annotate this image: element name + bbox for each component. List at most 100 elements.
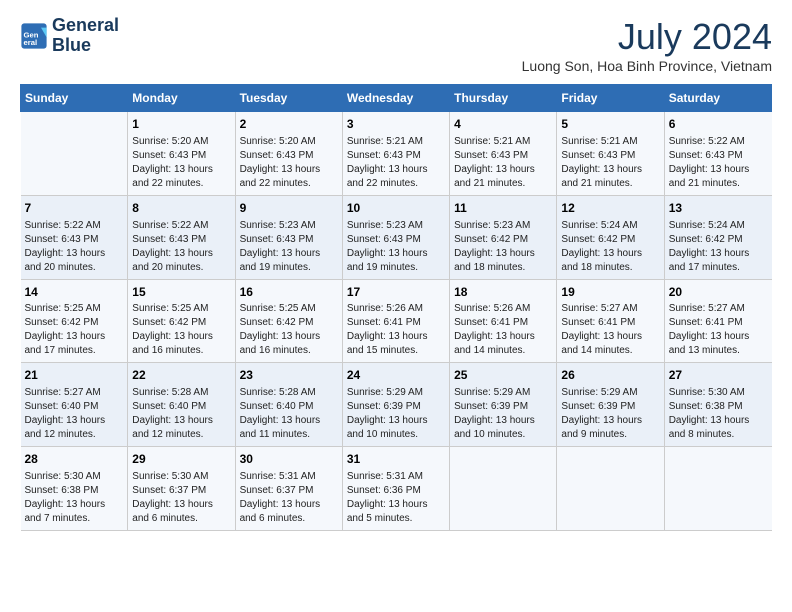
day-detail: Sunrise: 5:25 AM Sunset: 6:42 PM Dayligh… (25, 302, 124, 358)
calendar-cell: 28 Sunrise: 5:30 AM Sunset: 6:38 PM Dayli… (21, 447, 128, 531)
calendar-cell: 16Sunrise: 5:25 AM Sunset: 6:42 PM Dayli… (235, 279, 342, 363)
day-number: 12 (561, 200, 659, 217)
calendar-cell (557, 447, 664, 531)
calendar-cell (21, 112, 128, 196)
day-number: 30 (240, 451, 338, 468)
calendar-cell: 24 Sunrise: 5:29 AM Sunset: 6:39 PM Dayli… (342, 363, 449, 447)
logo-text: General Blue (52, 16, 119, 56)
logo: Gen eral General Blue (20, 16, 119, 56)
day-detail: Sunrise: 5:29 AM Sunset: 6:39 PM Dayligh… (561, 386, 659, 442)
day-number: 20 (669, 284, 768, 301)
calendar-row: 14Sunrise: 5:25 AM Sunset: 6:42 PM Dayli… (21, 279, 772, 363)
day-detail: Sunrise: 5:28 AM Sunset: 6:40 PM Dayligh… (240, 386, 338, 442)
month-year: July 2024 (522, 16, 772, 58)
calendar-cell: 31 Sunrise: 5:31 AM Sunset: 6:36 PM Dayli… (342, 447, 449, 531)
calendar-cell: 25 Sunrise: 5:29 AM Sunset: 6:39 PM Dayli… (450, 363, 557, 447)
day-detail: Sunrise: 5:29 AM Sunset: 6:39 PM Dayligh… (454, 386, 552, 442)
dow-header-monday: Monday (128, 85, 235, 112)
calendar-cell: 7 Sunrise: 5:22 AM Sunset: 6:43 PM Daylig… (21, 195, 128, 279)
calendar-cell: 22Sunrise: 5:28 AM Sunset: 6:40 PM Dayli… (128, 363, 235, 447)
day-number: 28 (25, 451, 124, 468)
calendar-cell: 26 Sunrise: 5:29 AM Sunset: 6:39 PM Dayli… (557, 363, 664, 447)
title-area: July 2024 Luong Son, Hoa Binh Province, … (522, 16, 772, 74)
calendar-cell: 9 Sunrise: 5:23 AM Sunset: 6:43 PM Daylig… (235, 195, 342, 279)
calendar-cell: 1 Sunrise: 5:20 AM Sunset: 6:43 PM Daylig… (128, 112, 235, 196)
calendar-table: SundayMondayTuesdayWednesdayThursdayFrid… (20, 84, 772, 531)
day-detail: Sunrise: 5:25 AM Sunset: 6:42 PM Dayligh… (132, 302, 230, 358)
day-detail: Sunrise: 5:29 AM Sunset: 6:39 PM Dayligh… (347, 386, 445, 442)
day-detail: Sunrise: 5:22 AM Sunset: 6:43 PM Dayligh… (25, 219, 124, 275)
day-detail: Sunrise: 5:23 AM Sunset: 6:42 PM Dayligh… (454, 219, 552, 275)
calendar-cell: 30 Sunrise: 5:31 AM Sunset: 6:37 PM Dayli… (235, 447, 342, 531)
day-detail: Sunrise: 5:21 AM Sunset: 6:43 PM Dayligh… (454, 135, 552, 191)
logo-icon: Gen eral (20, 22, 48, 50)
day-number: 3 (347, 116, 445, 133)
day-detail: Sunrise: 5:30 AM Sunset: 6:38 PM Dayligh… (25, 470, 124, 526)
day-detail: Sunrise: 5:27 AM Sunset: 6:40 PM Dayligh… (25, 386, 124, 442)
dow-header-tuesday: Tuesday (235, 85, 342, 112)
day-number: 27 (669, 367, 768, 384)
calendar-cell: 3 Sunrise: 5:21 AM Sunset: 6:43 PM Daylig… (342, 112, 449, 196)
day-detail: Sunrise: 5:27 AM Sunset: 6:41 PM Dayligh… (669, 302, 768, 358)
day-detail: Sunrise: 5:31 AM Sunset: 6:37 PM Dayligh… (240, 470, 338, 526)
day-detail: Sunrise: 5:26 AM Sunset: 6:41 PM Dayligh… (347, 302, 445, 358)
day-number: 15 (132, 284, 230, 301)
day-detail: Sunrise: 5:31 AM Sunset: 6:36 PM Dayligh… (347, 470, 445, 526)
calendar-cell: 29Sunrise: 5:30 AM Sunset: 6:37 PM Dayli… (128, 447, 235, 531)
day-number: 5 (561, 116, 659, 133)
calendar-cell: 20Sunrise: 5:27 AM Sunset: 6:41 PM Dayli… (664, 279, 771, 363)
day-number: 1 (132, 116, 230, 133)
day-number: 18 (454, 284, 552, 301)
svg-text:eral: eral (24, 38, 38, 47)
calendar-row: 1 Sunrise: 5:20 AM Sunset: 6:43 PM Daylig… (21, 112, 772, 196)
calendar-cell: 27 Sunrise: 5:30 AM Sunset: 6:38 PM Dayli… (664, 363, 771, 447)
calendar-cell: 4 Sunrise: 5:21 AM Sunset: 6:43 PM Daylig… (450, 112, 557, 196)
calendar-cell: 8 Sunrise: 5:22 AM Sunset: 6:43 PM Daylig… (128, 195, 235, 279)
day-detail: Sunrise: 5:25 AM Sunset: 6:42 PM Dayligh… (240, 302, 338, 358)
day-detail: Sunrise: 5:24 AM Sunset: 6:42 PM Dayligh… (561, 219, 659, 275)
location: Luong Son, Hoa Binh Province, Vietnam (522, 58, 772, 74)
calendar-cell: 23Sunrise: 5:28 AM Sunset: 6:40 PM Dayli… (235, 363, 342, 447)
calendar-cell (664, 447, 771, 531)
calendar-row: 28 Sunrise: 5:30 AM Sunset: 6:38 PM Dayli… (21, 447, 772, 531)
day-detail: Sunrise: 5:30 AM Sunset: 6:38 PM Dayligh… (669, 386, 768, 442)
day-detail: Sunrise: 5:21 AM Sunset: 6:43 PM Dayligh… (347, 135, 445, 191)
calendar-cell: 13 Sunrise: 5:24 AM Sunset: 6:42 PM Dayli… (664, 195, 771, 279)
day-number: 17 (347, 284, 445, 301)
day-detail: Sunrise: 5:23 AM Sunset: 6:43 PM Dayligh… (347, 219, 445, 275)
calendar-cell: 5Sunrise: 5:21 AM Sunset: 6:43 PM Daylig… (557, 112, 664, 196)
calendar-cell: 15Sunrise: 5:25 AM Sunset: 6:42 PM Dayli… (128, 279, 235, 363)
day-number: 22 (132, 367, 230, 384)
day-detail: Sunrise: 5:20 AM Sunset: 6:43 PM Dayligh… (132, 135, 230, 191)
dow-header-friday: Friday (557, 85, 664, 112)
calendar-row: 21 Sunrise: 5:27 AM Sunset: 6:40 PM Dayli… (21, 363, 772, 447)
day-number: 29 (132, 451, 230, 468)
calendar-cell: 11Sunrise: 5:23 AM Sunset: 6:42 PM Dayli… (450, 195, 557, 279)
calendar-cell: 19Sunrise: 5:27 AM Sunset: 6:41 PM Dayli… (557, 279, 664, 363)
day-detail: Sunrise: 5:23 AM Sunset: 6:43 PM Dayligh… (240, 219, 338, 275)
day-number: 19 (561, 284, 659, 301)
day-number: 24 (347, 367, 445, 384)
day-detail: Sunrise: 5:24 AM Sunset: 6:42 PM Dayligh… (669, 219, 768, 275)
day-detail: Sunrise: 5:22 AM Sunset: 6:43 PM Dayligh… (669, 135, 768, 191)
day-detail: Sunrise: 5:22 AM Sunset: 6:43 PM Dayligh… (132, 219, 230, 275)
calendar-cell: 14Sunrise: 5:25 AM Sunset: 6:42 PM Dayli… (21, 279, 128, 363)
dow-header-sunday: Sunday (21, 85, 128, 112)
day-number: 26 (561, 367, 659, 384)
day-number: 4 (454, 116, 552, 133)
calendar-cell: 21 Sunrise: 5:27 AM Sunset: 6:40 PM Dayli… (21, 363, 128, 447)
calendar-cell: 6 Sunrise: 5:22 AM Sunset: 6:43 PM Daylig… (664, 112, 771, 196)
day-detail: Sunrise: 5:27 AM Sunset: 6:41 PM Dayligh… (561, 302, 659, 358)
dow-header-thursday: Thursday (450, 85, 557, 112)
calendar-cell (450, 447, 557, 531)
calendar-cell: 17Sunrise: 5:26 AM Sunset: 6:41 PM Dayli… (342, 279, 449, 363)
day-number: 9 (240, 200, 338, 217)
day-number: 21 (25, 367, 124, 384)
day-number: 13 (669, 200, 768, 217)
calendar-cell: 2Sunrise: 5:20 AM Sunset: 6:43 PM Daylig… (235, 112, 342, 196)
day-number: 6 (669, 116, 768, 133)
day-number: 8 (132, 200, 230, 217)
day-number: 25 (454, 367, 552, 384)
day-number: 31 (347, 451, 445, 468)
day-number: 7 (25, 200, 124, 217)
